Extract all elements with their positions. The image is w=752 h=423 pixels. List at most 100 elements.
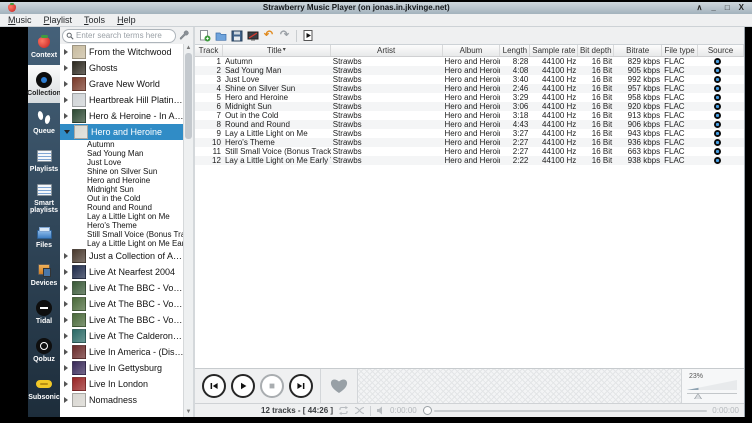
column-header-artist[interactable]: Artist [331, 45, 443, 56]
tree-album-live-in-london[interactable]: Live In London [60, 376, 184, 392]
column-header-title[interactable]: Title▾ [223, 45, 331, 56]
playlist-row-6[interactable]: 6 Midnight Sun Strawbs Hero and Heroine … [195, 102, 744, 111]
expand-arrow-icon[interactable] [64, 97, 68, 103]
tree-track-just-love[interactable]: Just Love [60, 158, 184, 167]
collection-settings-button[interactable] [178, 29, 191, 42]
playlist-row-4[interactable]: 4 Shine on Silver Sun Strawbs Hero and H… [195, 84, 744, 93]
menu-help[interactable]: Help [117, 15, 136, 25]
expand-arrow-icon[interactable] [64, 349, 68, 355]
save-playlist-button[interactable] [230, 29, 243, 42]
volume-control[interactable]: 23% [681, 369, 744, 403]
mute-button[interactable] [376, 406, 386, 415]
seek-area[interactable] [357, 369, 681, 403]
sidebar-item-qobuz[interactable]: Qobuz [28, 331, 60, 369]
open-playlist-button[interactable] [214, 29, 227, 42]
minimize-button[interactable]: _ [711, 3, 715, 13]
playlist-row-1[interactable]: 1 Autumn Strawbs Hero and Heroine 8:28 4… [195, 57, 744, 66]
expand-arrow-icon[interactable] [64, 65, 68, 71]
sidebar-item-collection[interactable]: Collection [28, 65, 60, 103]
tree-album-ghosts[interactable]: Ghosts [60, 60, 184, 76]
tree-album-live-in-gettysburg[interactable]: Live In Gettysburg [60, 360, 184, 376]
sidebar-item-smart-playlists[interactable]: Smart playlists [28, 179, 60, 217]
expand-arrow-icon[interactable] [64, 381, 68, 387]
new-playlist-button[interactable] [198, 29, 211, 42]
playlist-row-12[interactable]: 12 Lay a Little Light on Me Early Ver (B… [195, 156, 744, 165]
heart-icon[interactable] [329, 377, 349, 395]
clear-playlist-button[interactable] [246, 29, 259, 42]
expand-arrow-icon[interactable] [64, 130, 70, 134]
column-header-length[interactable]: Length [500, 45, 530, 56]
tree-track-shine-on-silver-sun[interactable]: Shine on Silver Sun [60, 167, 184, 176]
tree-album-just-a-collection-of-antiques[interactable]: Just a Collection of Antiques ... [60, 248, 184, 264]
expand-arrow-icon[interactable] [64, 81, 68, 87]
seek-slider-handle[interactable] [423, 406, 432, 415]
scroll-up-icon[interactable]: ▲ [185, 45, 192, 52]
tree-album-live-at-nearfest-2004[interactable]: Live At Nearfest 2004 [60, 264, 184, 280]
sidebar-item-context[interactable]: Context [28, 27, 60, 65]
playlist-tab[interactable] [302, 29, 315, 42]
sidebar-item-files[interactable]: Files [28, 217, 60, 255]
tree-track-lay-a-little-light-on-me[interactable]: Lay a Little Light on Me [60, 212, 184, 221]
shuffle-button[interactable] [354, 406, 365, 415]
tree-track-still-small-voice-bonus-track[interactable]: Still Small Voice (Bonus Track) [60, 230, 184, 239]
tree-album-live-at-the-bbc-vol-two-in[interactable]: Live At The BBC - Vol Two In... [60, 296, 184, 312]
playlist-row-7[interactable]: 7 Out in the Cold Strawbs Hero and Heroi… [195, 111, 744, 120]
playlist-row-5[interactable]: 5 Hero and Heroine Strawbs Hero and Hero… [195, 93, 744, 102]
sidebar-item-subsonic[interactable]: Subsonic [28, 369, 60, 407]
column-header-sample-rate[interactable]: Sample rate [530, 45, 578, 56]
tree-album-hero-heroine-in-ascencia[interactable]: Hero & Heroine - In Ascencia [60, 108, 184, 124]
tree-album-from-the-witchwood[interactable]: From the Witchwood [60, 44, 184, 60]
expand-arrow-icon[interactable] [64, 253, 68, 259]
tree-track-round-and-round[interactable]: Round and Round [60, 203, 184, 212]
tree-album-live-in-america-disc-1[interactable]: Live In America - (Disc 1) [60, 344, 184, 360]
stop-button[interactable] [260, 374, 284, 398]
search-input[interactable]: Enter search terms here [62, 29, 176, 43]
tree-album-nomadness[interactable]: Nomadness [60, 392, 184, 408]
column-header-track[interactable]: Track [195, 45, 223, 56]
expand-arrow-icon[interactable] [64, 317, 68, 323]
menu-tools[interactable]: Tools [84, 15, 105, 25]
column-header-source[interactable]: Source [698, 45, 744, 56]
expand-arrow-icon[interactable] [64, 113, 68, 119]
tree-album-live-at-the-bbc-vol-one-i[interactable]: Live At The BBC - Vol One I... [60, 280, 184, 296]
expand-arrow-icon[interactable] [64, 301, 68, 307]
tree-track-autumn[interactable]: Autumn [60, 140, 184, 149]
expand-arrow-icon[interactable] [64, 397, 68, 403]
playlist-row-3[interactable]: 3 Just Love Strawbs Hero and Heroine 3:4… [195, 75, 744, 84]
sidebar-item-playlists[interactable]: Playlists [28, 141, 60, 179]
playlist-row-8[interactable]: 8 Round and Round Strawbs Hero and Heroi… [195, 120, 744, 129]
expand-arrow-icon[interactable] [64, 285, 68, 291]
playlist-row-9[interactable]: 9 Lay a Little Light on Me Strawbs Hero … [195, 129, 744, 138]
column-header-bitrate[interactable]: Bitrate [614, 45, 662, 56]
column-header-album[interactable]: Album [443, 45, 501, 56]
collection-scrollbar[interactable]: ▲ ▼ [183, 44, 193, 417]
tree-album-live-at-the-bbc-vol-two-in[interactable]: Live At The BBC - Vol Two In... [60, 312, 184, 328]
shade-button[interactable]: ∧ [697, 3, 703, 13]
undo-button[interactable]: ↶ [262, 29, 275, 42]
playlist-row-2[interactable]: 2 Sad Young Man Strawbs Hero and Heroine… [195, 66, 744, 75]
column-header-file-type[interactable]: File type [662, 45, 698, 56]
tree-album-heartbreak-hill-platinum-edit[interactable]: Heartbreak Hill Platinum Edit... [60, 92, 184, 108]
sidebar-item-queue[interactable]: Queue [28, 103, 60, 141]
menu-playlist[interactable]: Playlist [44, 15, 73, 25]
close-button[interactable]: X [739, 3, 744, 13]
tree-track-out-in-the-cold[interactable]: Out in the Cold [60, 194, 184, 203]
tree-track-sad-young-man[interactable]: Sad Young Man [60, 149, 184, 158]
play-button[interactable] [231, 374, 255, 398]
scrollbar-thumb[interactable] [185, 53, 192, 139]
tree-album-grave-new-world[interactable]: Grave New World [60, 76, 184, 92]
tree-track-hero-and-heroine[interactable]: Hero and Heroine [60, 176, 184, 185]
tree-track-lay-a-little-light-on-me-early-v[interactable]: Lay a Little Light on Me Early V... [60, 239, 184, 248]
tree-album-live-at-the-calderone-new[interactable]: Live At The Calderone, New ... [60, 328, 184, 344]
expand-arrow-icon[interactable] [64, 49, 68, 55]
playlist-row-11[interactable]: 11 Still Small Voice (Bonus Track) Straw… [195, 147, 744, 156]
expand-arrow-icon[interactable] [64, 333, 68, 339]
seek-slider-track[interactable] [434, 410, 708, 412]
menu-music[interactable]: Music [8, 15, 32, 25]
tree-track-midnight-sun[interactable]: Midnight Sun [60, 185, 184, 194]
playlist-empty-area[interactable] [195, 165, 744, 368]
repeat-button[interactable] [338, 406, 349, 415]
tree-track-hero-s-theme[interactable]: Hero's Theme [60, 221, 184, 230]
playlist-row-10[interactable]: 10 Hero's Theme Strawbs Hero and Heroine… [195, 138, 744, 147]
next-button[interactable] [289, 374, 313, 398]
